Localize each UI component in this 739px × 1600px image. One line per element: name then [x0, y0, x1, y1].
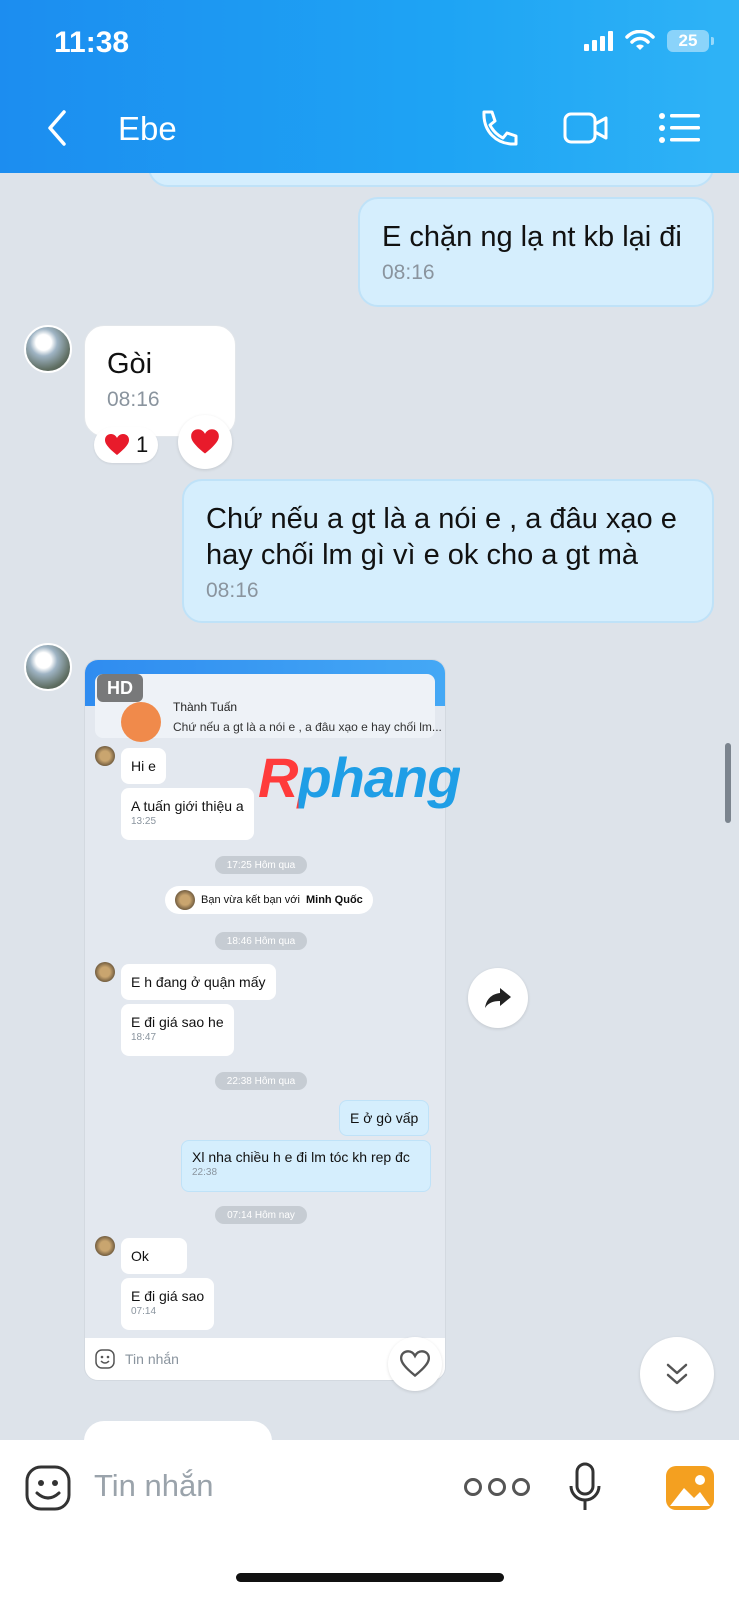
- scrollbar[interactable]: [725, 743, 731, 823]
- wifi-icon: [625, 30, 655, 50]
- share-arrow-icon: [485, 988, 511, 1008]
- home-indicator: [236, 1573, 504, 1582]
- heart-outline-icon: [400, 1350, 430, 1378]
- embedded-message: Ok: [121, 1238, 187, 1274]
- system-message: Bạn vừa kết bạn với Minh Quốc: [165, 886, 373, 914]
- quote-avatar: [121, 702, 161, 742]
- status-time: 11:38: [54, 26, 130, 59]
- embedded-message: Hi e: [121, 748, 166, 784]
- date-separator: 18:46 Hôm qua: [215, 932, 307, 950]
- message-text: Gòi: [107, 348, 153, 380]
- quote-text: Chứ nếu a gt là a nói e , a đâu xạo e ha…: [173, 720, 442, 734]
- message-bubble-outgoing[interactable]: Chứ nếu a gt là a nói e , a đâu xạo e ha…: [182, 479, 714, 623]
- message-bubble-outgoing[interactable]: E chặn ng lạ nt kb lại đi 08:16: [358, 197, 714, 307]
- chat-area[interactable]: E chặn ng lạ nt kb lại đi 08:16 Gòi 08:1…: [0, 173, 739, 1440]
- sender-avatar: [95, 962, 115, 982]
- date-separator: 17:25 Hôm qua: [215, 856, 307, 874]
- battery-icon: 25: [667, 30, 714, 52]
- more-options-icon[interactable]: [464, 1478, 530, 1496]
- message-time: 08:16: [107, 388, 160, 411]
- forward-button[interactable]: [468, 968, 528, 1028]
- sender-avatar: [95, 1236, 115, 1256]
- microphone-icon[interactable]: [568, 1462, 602, 1514]
- embedded-message: E h đang ở quận mấy: [121, 964, 276, 1000]
- message-input[interactable]: Tin nhắn: [94, 1468, 214, 1504]
- date-separator: 22:38 Hôm qua: [215, 1072, 307, 1090]
- double-chevron-down-icon: [666, 1363, 688, 1385]
- contact-avatar[interactable]: [24, 325, 72, 373]
- quote-name: Thành Tuấn: [173, 700, 238, 714]
- signal-icon: [584, 31, 613, 51]
- video-call-icon[interactable]: [562, 106, 610, 150]
- embedded-message: A tuấn giới thiệu a 13:25: [121, 788, 254, 840]
- heart-icon: [191, 429, 219, 454]
- chat-header: 11:38 25 Ebe: [0, 0, 739, 173]
- menu-list-icon[interactable]: [656, 106, 704, 150]
- message-composer: Tin nhắn: [0, 1440, 739, 1600]
- date-separator: 07:14 Hôm nay: [215, 1206, 307, 1224]
- message-time: 08:16: [206, 579, 259, 602]
- react-button[interactable]: [178, 415, 232, 469]
- sender-avatar: [95, 746, 115, 766]
- embedded-message: E đi giá sao he 18:47: [121, 1004, 234, 1056]
- sticker-emoji-icon[interactable]: [24, 1464, 72, 1512]
- status-icons: 25: [584, 30, 714, 52]
- embedded-message: E đi giá sao 07:14: [121, 1278, 215, 1330]
- emoji-icon: [95, 1349, 115, 1369]
- embedded-message: E ở gò vấp: [339, 1100, 430, 1136]
- scroll-to-bottom-button[interactable]: [640, 1337, 714, 1411]
- heart-reaction-icon: [105, 434, 129, 455]
- reaction-summary[interactable]: 1: [94, 427, 159, 463]
- reaction-count: 1: [136, 432, 149, 457]
- message-text: Chứ nếu a gt là a nói e , a đâu xạo e ha…: [206, 503, 677, 571]
- message-text: E chặn ng lạ nt kb lại đi: [382, 221, 682, 253]
- quoted-message: Thành Tuấn Chứ nếu a gt là a nói e , a đ…: [95, 674, 442, 742]
- contact-avatar[interactable]: [24, 643, 72, 691]
- back-icon[interactable]: [40, 108, 74, 148]
- watermark-logo: Rphang: [258, 746, 461, 809]
- message-time: 08:16: [382, 261, 435, 284]
- embedded-message: Xl nha chiều h e đi lm tóc kh rep đc 22:…: [181, 1140, 431, 1192]
- image-gallery-icon[interactable]: [666, 1466, 714, 1510]
- react-button[interactable]: [388, 1337, 442, 1391]
- partial-message-bubble[interactable]: [148, 173, 714, 187]
- partial-message-bubble[interactable]: [84, 1421, 272, 1440]
- hd-badge: HD: [97, 674, 143, 702]
- contact-name[interactable]: Ebe: [118, 110, 177, 148]
- phone-icon[interactable]: [474, 106, 522, 150]
